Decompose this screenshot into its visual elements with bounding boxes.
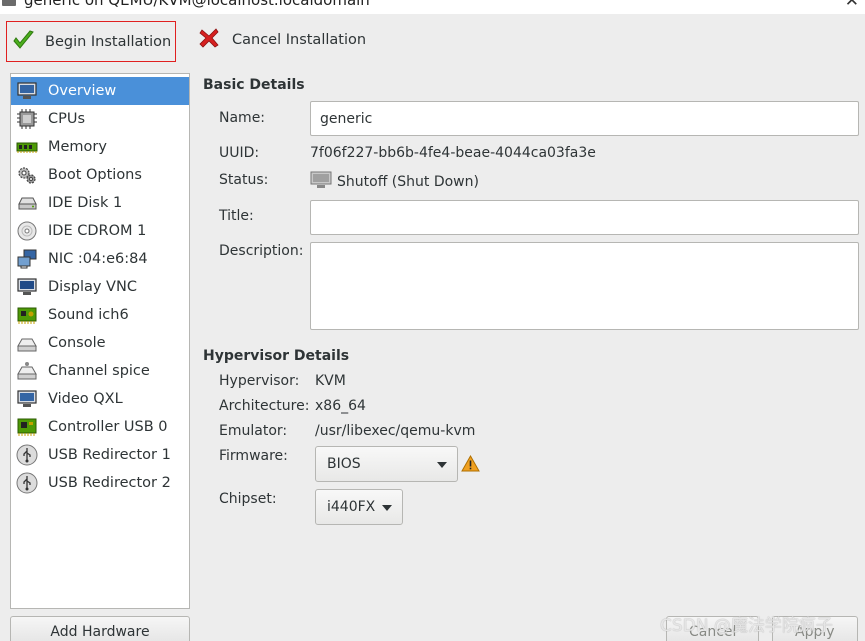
sidebar-item-ide-disk-1[interactable]: IDE Disk 1 [11,189,189,217]
channel-icon [15,359,39,383]
shutoff-monitor-icon [310,171,332,193]
sidebar-item-cpus[interactable]: CPUs [11,105,189,133]
chipset-dropdown[interactable]: i440FX [315,489,403,525]
sidebar-item-channel-spice[interactable]: Channel spice [11,357,189,385]
sidebar-item-label: Overview [48,83,117,99]
chipset-selected: i440FX [327,499,376,515]
warning-icon [461,454,480,476]
firmware-selected: BIOS [327,456,361,472]
uuid-value: 7f06f227-bb6b-4fe4-beae-4044ca03fa3e [310,145,596,161]
gears-icon [15,163,39,187]
usb-icon [15,443,39,467]
architecture-label: Architecture: [219,398,310,414]
window-title: generic on QEMU/KVM@localhost.localdomai… [24,0,370,9]
sidebar-item-label: Controller USB 0 [48,419,168,435]
sidebar-item-label: Console [48,335,106,351]
status-value: Shutoff (Shut Down) [337,174,479,190]
firmware-dropdown[interactable]: BIOS [315,446,458,482]
emulator-value: /usr/libexec/qemu-kvm [315,423,476,439]
sidebar-item-label: USB Redirector 2 [48,475,171,491]
begin-installation-label: Begin Installation [45,33,172,50]
status-label: Status: [219,172,269,188]
cpu-icon [15,107,39,131]
description-field[interactable] [310,242,859,330]
chipset-label: Chipset: [219,491,277,507]
begin-installation-button[interactable]: Begin Installation [6,21,176,62]
sidebar-item-label: NIC :04:e6:84 [48,251,148,267]
firmware-label: Firmware: [219,448,288,464]
name-field[interactable] [310,101,859,136]
network-icon [15,247,39,271]
title-bar: generic on QEMU/KVM@localhost.localdomai… [0,0,865,14]
video-icon [15,387,39,411]
emulator-label: Emulator: [219,423,288,439]
hypervisor-value: KVM [315,373,346,389]
monitor-icon [15,79,39,103]
add-hardware-button[interactable]: Add Hardware [10,616,190,641]
basic-details-heading: Basic Details [203,77,305,93]
app-icon [2,0,16,6]
sidebar-item-label: IDE Disk 1 [48,195,123,211]
sidebar-item-label: Memory [48,139,107,155]
sound-card-icon [15,303,39,327]
sidebar-item-ide-cdrom-1[interactable]: IDE CDROM 1 [11,217,189,245]
sidebar-item-usb-redirector-2[interactable]: USB Redirector 2 [11,469,189,497]
controller-icon [15,415,39,439]
sidebar-item-nic[interactable]: NIC :04:e6:84 [11,245,189,273]
title-label: Title: [219,208,254,224]
cancel-installation-label: Cancel Installation [232,32,367,48]
sidebar-item-label: IDE CDROM 1 [48,223,147,239]
sidebar-item-label: Video QXL [48,391,123,407]
sidebar-item-usb-redirector-1[interactable]: USB Redirector 1 [11,441,189,469]
sidebar-item-label: Sound ich6 [48,307,129,323]
memory-icon [15,135,39,159]
sidebar-item-video-qxl[interactable]: Video QXL [11,385,189,413]
name-label: Name: [219,110,266,126]
title-field[interactable] [310,200,859,235]
sidebar-item-label: USB Redirector 1 [48,447,171,463]
description-label: Description: [219,243,304,259]
hardware-list: Overview CPUs Memory Boot Options IDE Di… [10,73,190,609]
sidebar-item-label: Boot Options [48,167,142,183]
cdrom-icon [15,219,39,243]
red-x-icon [198,27,220,53]
sidebar-item-label: CPUs [48,111,86,127]
chevron-down-icon [382,505,392,511]
sidebar-item-overview[interactable]: Overview [11,77,189,105]
sidebar-item-controller-usb-0[interactable]: Controller USB 0 [11,413,189,441]
sidebar-item-memory[interactable]: Memory [11,133,189,161]
hypervisor-details-heading: Hypervisor Details [203,348,350,364]
watermark: CSDN @魔法学院疯子 [660,616,833,636]
cancel-installation-button[interactable]: Cancel Installation [198,24,366,56]
disk-icon [15,191,39,215]
sidebar-item-console[interactable]: Console [11,329,189,357]
sidebar-item-label: Channel spice [48,363,150,379]
checkmark-icon [11,28,35,56]
sidebar-item-sound[interactable]: Sound ich6 [11,301,189,329]
sidebar-item-boot-options[interactable]: Boot Options [11,161,189,189]
display-icon [15,275,39,299]
console-icon [15,331,39,355]
usb-icon [15,471,39,495]
architecture-value: x86_64 [315,398,366,414]
uuid-label: UUID: [219,145,260,161]
close-icon[interactable]: ✕ [845,0,859,11]
chevron-down-icon [437,462,447,468]
status-display: Shutoff (Shut Down) [310,171,479,193]
sidebar-item-display-vnc[interactable]: Display VNC [11,273,189,301]
sidebar-item-label: Display VNC [48,279,137,295]
hypervisor-label: Hypervisor: [219,373,300,389]
